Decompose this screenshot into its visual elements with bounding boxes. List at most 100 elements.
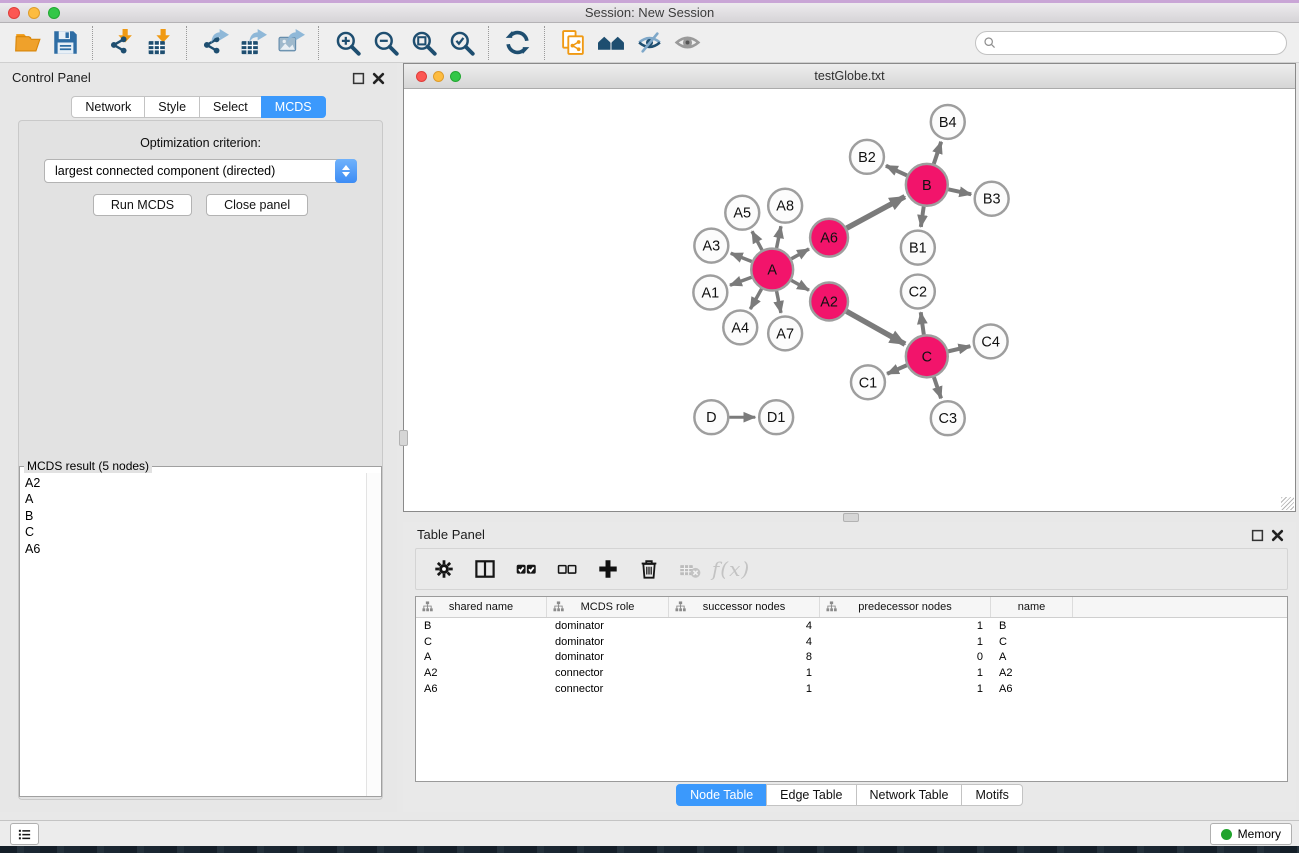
table-tab-edge-table[interactable]: Edge Table [766, 784, 856, 806]
table-tab-node-table[interactable]: Node Table [676, 784, 767, 806]
import-network-icon[interactable] [106, 28, 136, 58]
close-table-panel-icon[interactable] [1271, 529, 1284, 542]
minimize-window-button[interactable] [28, 7, 40, 19]
deselect-all-rows-icon[interactable] [555, 557, 579, 581]
network-window-title-bar[interactable]: testGlobe.txt [404, 64, 1295, 89]
zoom-fit-icon[interactable] [408, 28, 438, 58]
export-table-icon[interactable] [238, 28, 268, 58]
column-header-mcds-role[interactable]: MCDS role [547, 597, 669, 617]
graph-edge-B-B4[interactable] [934, 142, 941, 164]
shared-column-icon [553, 601, 564, 612]
graph-edge-C-C1[interactable] [887, 365, 907, 374]
graph-edge-C-C4[interactable] [948, 346, 970, 351]
graph-edge-B-B1[interactable] [921, 207, 924, 227]
tab-select[interactable]: Select [199, 96, 262, 118]
export-image-icon[interactable] [276, 28, 306, 58]
cell-name: B [991, 620, 1073, 632]
network-canvas[interactable]: B4B2BB3A8A5A6B1A3AA1C2A2A4A7C4CC1DD1C3 [404, 89, 1295, 511]
table-row-b[interactable]: Bdominator41B [416, 618, 1287, 634]
graph-edge-B-B2[interactable] [886, 166, 907, 176]
close-panel-button[interactable]: Close panel [206, 194, 308, 216]
clone-network-icon[interactable] [558, 28, 588, 58]
close-panel-icon[interactable] [372, 72, 385, 85]
add-column-icon[interactable] [596, 557, 620, 581]
zoom-selected-icon[interactable] [446, 28, 476, 58]
toggle-columns-icon[interactable] [473, 557, 497, 581]
table-row-c[interactable]: Cdominator41C [416, 634, 1287, 650]
graph-edge-A2-C[interactable] [846, 311, 905, 344]
mcds-result-scrollbar[interactable] [366, 473, 381, 796]
toggle-graphics-details-icon[interactable] [672, 28, 702, 58]
shared-column-icon [675, 601, 686, 612]
window-resize-grip[interactable] [1281, 497, 1294, 510]
task-history-button[interactable] [10, 823, 39, 845]
open-folder-icon[interactable] [12, 28, 42, 58]
mcds-result-item-c[interactable]: C [20, 524, 366, 540]
column-header-successor-nodes[interactable]: successor nodes [669, 597, 820, 617]
zoom-out-icon[interactable] [370, 28, 400, 58]
tab-mcds[interactable]: MCDS [261, 96, 326, 118]
mcds-result-item-a6[interactable]: A6 [20, 541, 366, 557]
cell-successor-nodes: 1 [669, 683, 820, 695]
graph-edge-A-A3[interactable] [731, 253, 752, 261]
graph-edge-A6-B[interactable] [847, 197, 905, 229]
float-table-panel-icon[interactable] [1251, 529, 1264, 542]
control-panel: Control Panel NetworkStyleSelectMCDS Opt… [0, 63, 397, 812]
export-network-icon[interactable] [200, 28, 230, 58]
network-minimize-button[interactable] [433, 71, 444, 82]
select-all-rows-icon[interactable] [514, 557, 538, 581]
toolbar-separator [488, 26, 490, 60]
graph-edge-A-A6[interactable] [791, 249, 809, 259]
network-close-button[interactable] [416, 71, 427, 82]
graph-edge-A-A7[interactable] [777, 291, 781, 313]
column-header-label: name [1018, 601, 1046, 613]
tab-style[interactable]: Style [144, 96, 200, 118]
refresh-network-icon[interactable] [502, 28, 532, 58]
graph-edge-A-A1[interactable] [730, 277, 752, 285]
table-row-a[interactable]: Adominator80A [416, 650, 1287, 666]
graph-edge-C-C3[interactable] [934, 377, 941, 398]
column-header-label: successor nodes [703, 601, 786, 613]
tab-network[interactable]: Network [71, 96, 145, 118]
network-zoom-button[interactable] [450, 71, 461, 82]
save-session-icon[interactable] [50, 28, 80, 58]
mcds-result-item-a2[interactable]: A2 [20, 475, 366, 491]
column-header-predecessor-nodes[interactable]: predecessor nodes [820, 597, 991, 617]
table-settings-icon[interactable] [432, 557, 456, 581]
graph-edge-A-A5[interactable] [752, 231, 762, 250]
vertical-splitter-grip[interactable] [399, 430, 408, 446]
criterion-dropdown-value: largest connected component (directed) [55, 164, 275, 178]
hide-panels-icon[interactable] [634, 28, 664, 58]
search-field[interactable] [975, 31, 1287, 55]
graph-edge-A-A2[interactable] [791, 280, 809, 290]
table-panel-tabs: Node TableEdge TableNetwork TableMotifs [403, 784, 1296, 806]
graph-edge-B-B3[interactable] [948, 189, 971, 194]
import-table-icon[interactable] [144, 28, 174, 58]
table-row-a2[interactable]: A2connector11A2 [416, 665, 1287, 681]
float-panel-icon[interactable] [352, 72, 365, 85]
graph-edge-C-C2[interactable] [921, 312, 924, 334]
delete-column-icon[interactable] [637, 557, 661, 581]
graph-node-label-B: B [922, 178, 932, 194]
criterion-dropdown[interactable]: largest connected component (directed) [44, 159, 357, 183]
graph-edge-A-A4[interactable] [750, 289, 761, 309]
mcds-result-item-a[interactable]: A [20, 491, 366, 507]
graph-edge-A-A8[interactable] [777, 226, 781, 248]
mcds-result-item-b[interactable]: B [20, 508, 366, 524]
close-window-button[interactable] [8, 7, 20, 19]
search-input[interactable] [997, 33, 1279, 53]
function-builder-icon: f(x) [719, 557, 743, 581]
memory-button[interactable]: Memory [1210, 823, 1292, 845]
table-tab-motifs[interactable]: Motifs [961, 784, 1022, 806]
horizontal-splitter-grip[interactable] [843, 513, 859, 522]
memory-status-dot-icon [1221, 829, 1232, 840]
column-header-name[interactable]: name [991, 597, 1073, 617]
run-mcds-button[interactable]: Run MCDS [93, 194, 192, 216]
graph-node-label-A3: A3 [702, 239, 720, 255]
zoom-in-icon[interactable] [332, 28, 362, 58]
zoom-window-button[interactable] [48, 7, 60, 19]
table-tab-network-table[interactable]: Network Table [856, 784, 963, 806]
table-row-a6[interactable]: A6connector11A6 [416, 681, 1287, 697]
open-recent-session-icon[interactable] [596, 28, 626, 58]
column-header-shared-name[interactable]: shared name [416, 597, 547, 617]
